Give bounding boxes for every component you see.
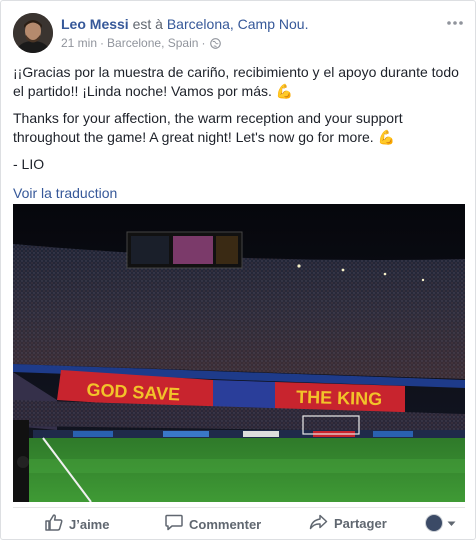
post-time[interactable]: 21 min [61, 36, 97, 50]
post-actions-bar: J’aime Commenter Partager [13, 507, 465, 539]
more-options-icon[interactable] [445, 13, 465, 33]
like-button[interactable]: J’aime [45, 514, 109, 534]
share-arrow-icon [309, 514, 328, 533]
thumbs-up-icon [45, 514, 63, 534]
checkin-place[interactable]: Barcelona, Camp Nou. [167, 16, 309, 32]
comment-label: Commenter [189, 516, 262, 532]
paragraph-english: Thanks for your affection, the warm rece… [13, 110, 403, 145]
author-name[interactable]: Leo Messi [61, 16, 129, 32]
tifo-text-right: THE KING [296, 387, 383, 409]
user-avatar [425, 514, 443, 532]
flexed-biceps-emoji: 💪 [377, 129, 396, 145]
post-body: ¡¡Gracias por la muestra de cariño, reci… [13, 63, 465, 203]
reaction-identity-selector[interactable] [425, 514, 456, 532]
share-button[interactable]: Partager [309, 514, 387, 533]
signature: - LIO [13, 156, 45, 172]
like-label: J’aime [69, 516, 110, 532]
comment-button[interactable]: Commenter [165, 514, 261, 534]
share-label: Partager [334, 516, 387, 531]
author-avatar[interactable] [13, 13, 53, 53]
author-verb: est à [132, 16, 163, 32]
post-photo[interactable]: GOD SAVE THE KING [13, 204, 465, 502]
author-line: Leo Messi est à Barcelona, Camp Nou. [61, 15, 308, 33]
see-translation-link[interactable]: Voir la traduction [13, 184, 117, 203]
facebook-post-card: Leo Messi est à Barcelona, Camp Nou. 21 … [0, 0, 476, 540]
post-meta: 21 min · Barcelone, Spain · [61, 35, 222, 53]
comment-icon [165, 514, 183, 534]
caret-down-icon [447, 514, 456, 532]
flexed-biceps-emoji: 💪 [275, 83, 294, 99]
paragraph-spanish: ¡¡Gracias por la muestra de cariño, reci… [13, 64, 459, 99]
globe-icon[interactable] [210, 37, 222, 53]
post-location[interactable]: Barcelone, Spain [107, 36, 198, 50]
